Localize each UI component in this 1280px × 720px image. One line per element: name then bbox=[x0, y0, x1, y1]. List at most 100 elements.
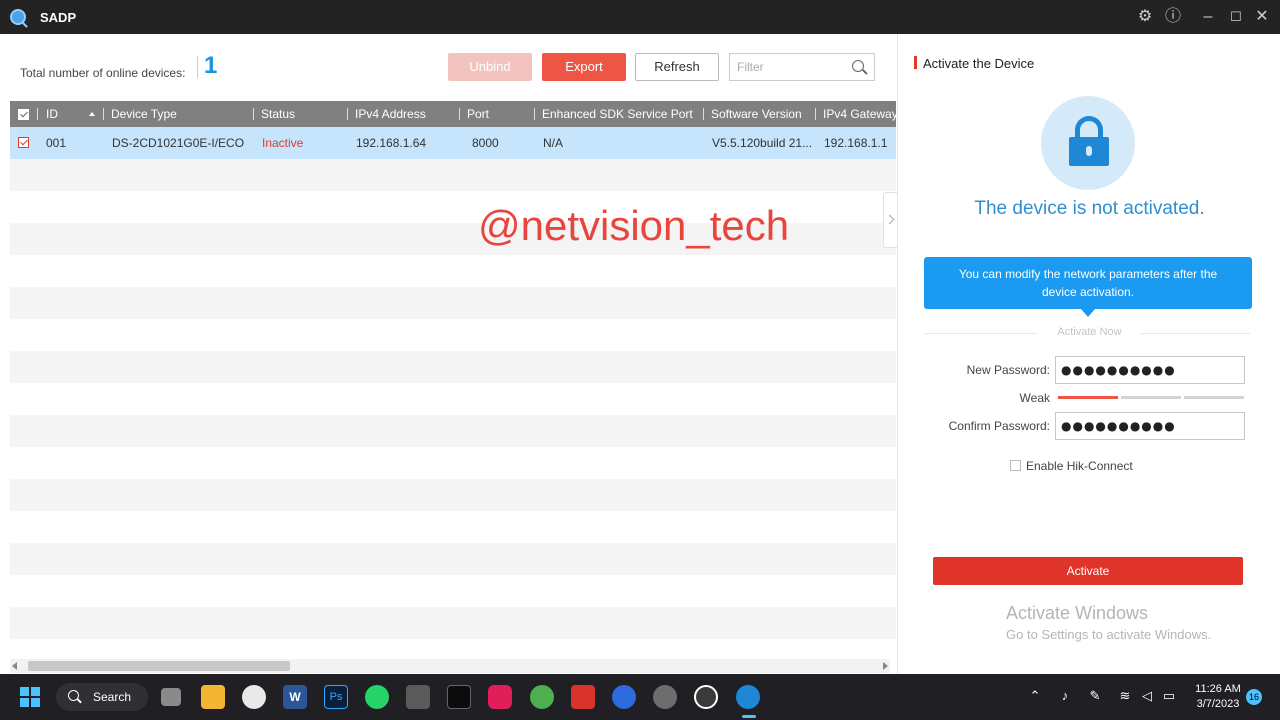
confirm-password-field[interactable] bbox=[1056, 413, 1244, 439]
new-password-box bbox=[1055, 356, 1245, 384]
cell-ipv4-gateway: 192.168.1.1 bbox=[824, 136, 888, 150]
screen-recorder-icon[interactable] bbox=[571, 685, 595, 709]
column-divider bbox=[703, 108, 704, 120]
info-tooltip: You can modify the network parameters af… bbox=[924, 257, 1252, 317]
file-explorer-icon[interactable] bbox=[201, 685, 225, 709]
windows-start-icon[interactable] bbox=[20, 687, 40, 707]
maximize-icon[interactable]: ☐ bbox=[1227, 8, 1245, 26]
column-header-id[interactable]: ID bbox=[46, 101, 58, 127]
activation-status-message: The device is not activated. bbox=[974, 198, 1205, 219]
empty-row bbox=[10, 383, 896, 415]
cell-status: Inactive bbox=[262, 136, 304, 150]
strength-bar-weak bbox=[1058, 396, 1118, 399]
active-app-indicator bbox=[742, 715, 756, 718]
empty-row bbox=[10, 351, 896, 383]
activate-now-label: Activate Now bbox=[1057, 326, 1122, 338]
watermark-text: @netvision_tech bbox=[478, 202, 790, 249]
panel-collapse-toggle[interactable] bbox=[883, 192, 897, 248]
empty-row bbox=[10, 255, 896, 287]
cell-software-version: V5.5.120build 21... bbox=[712, 136, 813, 150]
unbind-button[interactable]: Unbind bbox=[448, 53, 532, 81]
wifi-icon[interactable]: ≋ bbox=[1117, 688, 1133, 704]
title-accent-bar bbox=[914, 56, 917, 69]
clock-date: 3/7/2023 bbox=[1196, 698, 1240, 710]
new-password-field[interactable] bbox=[1056, 357, 1244, 383]
sadp-logo-icon bbox=[10, 9, 26, 25]
column-divider bbox=[103, 108, 104, 120]
terminal-icon[interactable] bbox=[447, 685, 471, 709]
column-divider bbox=[37, 108, 38, 120]
export-button[interactable]: Export bbox=[542, 53, 626, 81]
device-list-area: Total number of online devices: 1 Unbind… bbox=[0, 34, 897, 674]
lock-badge bbox=[1041, 96, 1135, 190]
sadp-window: SADP ⚙ ⓘ – ☐ ✕ Total number of online de… bbox=[0, 0, 1280, 720]
empty-row bbox=[10, 415, 896, 447]
strength-bar-strong bbox=[1184, 396, 1244, 399]
empty-row bbox=[10, 511, 896, 543]
column-header-status[interactable]: Status bbox=[261, 101, 295, 127]
activate-button[interactable]: Activate bbox=[933, 557, 1243, 585]
column-divider bbox=[347, 108, 348, 120]
hik-connect-label[interactable]: Enable Hik-Connect bbox=[1026, 459, 1133, 473]
taskbar-clock[interactable]: 11:26 AM 3/7/2023 bbox=[1192, 682, 1244, 712]
chrome-icon[interactable] bbox=[242, 685, 266, 709]
microphone-icon[interactable]: ♪ bbox=[1057, 688, 1073, 704]
horizontal-scrollbar[interactable] bbox=[10, 659, 890, 673]
close-icon[interactable]: ✕ bbox=[1253, 8, 1271, 26]
hik-connect-checkbox[interactable] bbox=[1010, 460, 1021, 471]
photoshop-icon[interactable]: Ps bbox=[324, 685, 348, 709]
cell-ipv4-address: 192.168.1.64 bbox=[356, 136, 427, 150]
table-header: ID Device Type Status IPv4 Address Port … bbox=[10, 101, 896, 127]
empty-row bbox=[10, 319, 896, 351]
scroll-right-arrow-icon[interactable] bbox=[883, 662, 888, 670]
scroll-left-arrow-icon[interactable] bbox=[12, 662, 17, 670]
volume-icon[interactable]: ◁ bbox=[1139, 688, 1155, 704]
task-view-icon[interactable] bbox=[161, 688, 181, 706]
settings-icon[interactable] bbox=[653, 685, 677, 709]
activate-device-panel: Activate the Device The device is not ac… bbox=[897, 34, 1280, 674]
empty-row bbox=[10, 159, 896, 191]
chevron-up-icon[interactable]: ⌃ bbox=[1027, 688, 1043, 704]
word-icon[interactable]: W bbox=[283, 685, 307, 709]
tip-line-2: device activation. bbox=[1041, 285, 1135, 299]
settings-gear-icon[interactable]: ⚙ bbox=[1136, 8, 1154, 26]
column-header-port[interactable]: Port bbox=[467, 101, 489, 127]
chrome-profile-icon[interactable] bbox=[530, 685, 554, 709]
empty-row bbox=[10, 479, 896, 511]
filter-box bbox=[729, 53, 875, 81]
sadp-taskbar-icon[interactable] bbox=[736, 685, 760, 709]
battery-icon[interactable]: ▭ bbox=[1161, 688, 1177, 704]
empty-row bbox=[10, 639, 896, 661]
column-header-ipv4-address[interactable]: IPv4 Address bbox=[355, 101, 426, 127]
windows-activation-title: Activate Windows bbox=[1006, 603, 1149, 623]
whatsapp-icon[interactable] bbox=[365, 685, 389, 709]
slack-icon[interactable] bbox=[488, 685, 512, 709]
column-header-ipv4-gateway[interactable]: IPv4 Gateway bbox=[823, 101, 896, 127]
cell-device-type: DS-2CD1021G0E-I/ECO bbox=[112, 136, 245, 150]
table-row[interactable]: 001 DS-2CD1021G0E-I/ECO Inactive 192.168… bbox=[10, 127, 896, 159]
pen-icon[interactable]: ✎ bbox=[1087, 688, 1103, 704]
column-divider bbox=[459, 108, 460, 120]
confirm-password-label: Confirm Password: bbox=[948, 419, 1050, 433]
taskbar-search-button[interactable]: Search bbox=[56, 683, 148, 711]
column-header-sdk-port[interactable]: Enhanced SDK Service Port bbox=[542, 101, 693, 127]
filter-input[interactable] bbox=[730, 54, 850, 80]
media-player-icon[interactable] bbox=[694, 685, 718, 709]
column-divider bbox=[253, 108, 254, 120]
column-header-device-type[interactable]: Device Type bbox=[111, 101, 177, 127]
row-checkbox[interactable] bbox=[18, 137, 29, 148]
notification-badge[interactable]: 16 bbox=[1246, 689, 1262, 705]
minimize-icon[interactable]: – bbox=[1199, 8, 1217, 26]
info-icon[interactable]: ⓘ bbox=[1164, 8, 1182, 26]
calculator-icon[interactable] bbox=[406, 685, 430, 709]
online-devices-label: Total number of online devices: bbox=[20, 66, 186, 80]
refresh-button[interactable]: Refresh bbox=[635, 53, 719, 81]
count-divider bbox=[197, 56, 198, 78]
windows-activation-hint: Go to Settings to activate Windows. bbox=[1006, 627, 1212, 642]
search-icon[interactable] bbox=[852, 60, 864, 72]
app-icon[interactable] bbox=[612, 685, 636, 709]
select-all-checkbox[interactable] bbox=[18, 109, 29, 120]
scrollbar-thumb[interactable] bbox=[28, 661, 290, 671]
sort-ascending-icon[interactable] bbox=[89, 112, 95, 116]
column-header-software-version[interactable]: Software Version bbox=[711, 101, 802, 127]
